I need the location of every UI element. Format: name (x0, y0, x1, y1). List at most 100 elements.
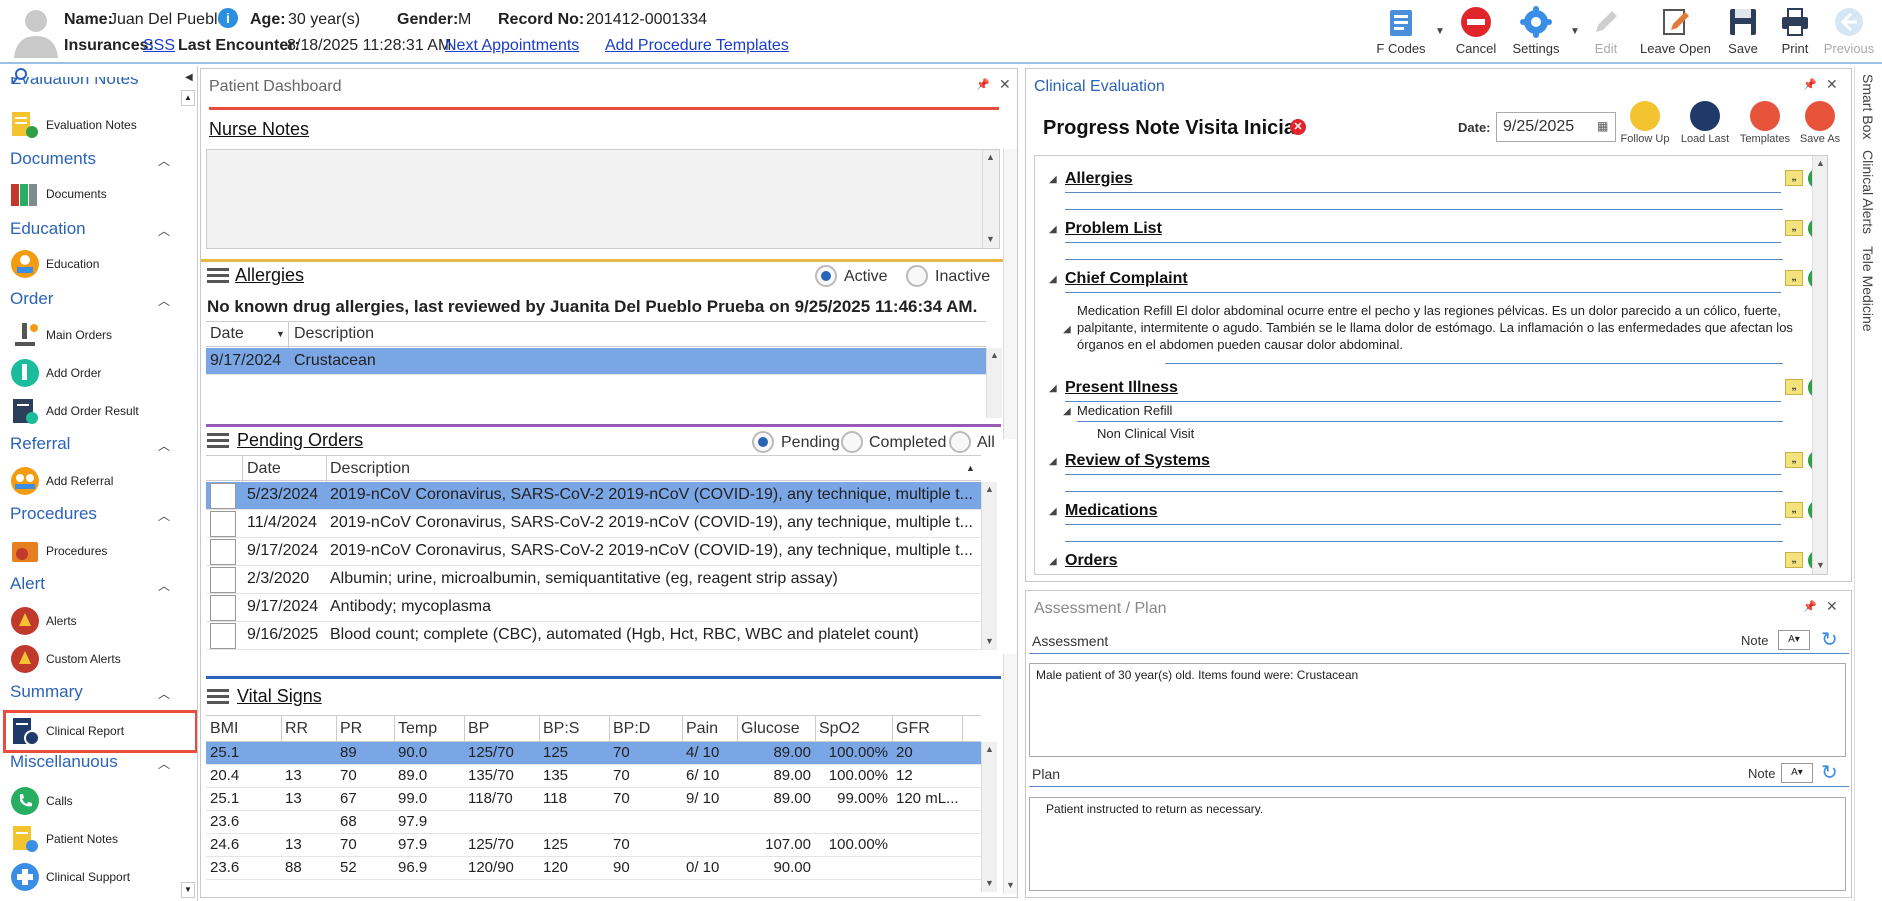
completed-radio[interactable] (841, 431, 863, 453)
sidebar-item-education[interactable]: Education (10, 249, 99, 279)
chevron-up-icon[interactable]: ︿ (158, 507, 170, 524)
vitals-col-header[interactable]: Pain (686, 720, 735, 738)
sidebar-item-add-order[interactable]: Add Order (10, 358, 101, 388)
row-checkbox[interactable] (210, 623, 236, 649)
chevron-up-icon[interactable]: ︿ (158, 222, 170, 239)
save-as-button[interactable]: Save As (1790, 101, 1850, 145)
table-row[interactable]: 5/23/2024 2019-nCoV Coronavirus, SARS-CoV… (206, 482, 981, 510)
col-description[interactable]: Description (294, 325, 374, 343)
col-date[interactable]: Date (247, 460, 281, 478)
collapse-triangle-icon[interactable]: ◢ (1049, 383, 1057, 394)
row-checkbox[interactable] (210, 539, 236, 565)
info-icon[interactable]: i (218, 8, 238, 28)
table-row[interactable]: 23.6 88 52 96.9 120/90 120 90 0/ 10 90.00 (206, 857, 981, 880)
sidebar-section-evaluation-notes[interactable]: Evaluation Notes (10, 77, 139, 89)
quote-icon[interactable]: „ (1785, 552, 1803, 568)
chevron-up-icon[interactable]: ︿ (158, 577, 170, 594)
collapse-triangle-icon[interactable]: ◢ (1049, 224, 1057, 235)
refresh-icon[interactable]: ↻ (1821, 760, 1838, 785)
table-row[interactable]: 9/17/2024 Crustacean (206, 348, 986, 375)
pending-radio[interactable] (752, 431, 774, 453)
cancel-button[interactable]: Cancel (1445, 4, 1507, 62)
sidebar-item-calls[interactable]: Calls (10, 786, 73, 816)
table-row[interactable]: 20.4 13 70 89.0 135/70 135 70 6/ 10 89.00 100.00%… (206, 765, 981, 788)
all-radio[interactable] (949, 431, 971, 453)
insurance-link[interactable]: SSS (143, 37, 175, 55)
collapse-triangle-icon[interactable]: ◢ (1049, 556, 1057, 567)
follow-up-button[interactable]: Follow Up (1615, 101, 1675, 145)
table-row[interactable]: 25.1 13 67 99.0 118/70 118 70 9/ 10 89.00 99.00% 1… (206, 788, 981, 811)
table-row[interactable]: 2/3/2020 Albumin; urine, microalbumin, se… (206, 566, 981, 594)
sidebar-section-procedures[interactable]: Procedures (10, 504, 97, 524)
allergies-inactive-radio[interactable] (906, 265, 928, 287)
sidebar-item-documents[interactable]: Documents (10, 179, 107, 209)
col-date[interactable]: Date (210, 325, 244, 343)
assessment-textarea[interactable]: Male patient of 30 year(s) old. Items fo… (1029, 663, 1846, 757)
sidebar-section-referral[interactable]: Referral (10, 434, 70, 454)
hamburger-menu-icon[interactable] (207, 268, 229, 284)
allergies-active-radio[interactable] (815, 265, 837, 287)
sidebar-section-miscellanuous[interactable]: Miscellanuous (10, 752, 118, 772)
close-icon[interactable]: ✕ (999, 76, 1011, 93)
add-procedure-templates-link[interactable]: Add Procedure Templates (605, 37, 789, 55)
pin-icon[interactable]: 📌 (1803, 78, 1817, 91)
collapse-triangle-icon[interactable]: ◢ (1049, 456, 1057, 467)
sidebar-item-add-order-result[interactable]: Add Order Result (10, 396, 139, 426)
collapse-sidebar-icon[interactable]: ◀ (185, 72, 193, 83)
sidebar-item-procedures[interactable]: Procedures (10, 536, 107, 566)
table-row[interactable]: 23.6 68 97.9 (206, 811, 981, 834)
sidebar-item-clinical-report[interactable]: Clinical Report (10, 716, 124, 746)
previous-button[interactable]: Previous (1818, 4, 1880, 62)
pin-icon[interactable]: 📌 (976, 78, 990, 91)
quote-icon[interactable]: „ (1785, 220, 1803, 236)
templates-button[interactable]: Templates (1735, 101, 1795, 145)
sidebar-section-order[interactable]: Order (10, 289, 53, 309)
vitals-col-header[interactable]: SpO2 (819, 720, 890, 738)
print-button[interactable]: Print (1764, 4, 1826, 62)
hamburger-menu-icon[interactable] (207, 689, 229, 705)
row-checkbox[interactable] (210, 511, 236, 537)
plan-textarea[interactable]: Patient instructed to return as necessar… (1029, 797, 1846, 891)
table-row[interactable]: 9/16/2025 Blood count; complete (CBC), au… (206, 622, 981, 650)
side-tab-tele-medicine[interactable]: Tele Medicine (1860, 246, 1876, 332)
allergies-scrollbar[interactable]: ▲ (986, 348, 1002, 418)
table-row[interactable]: 11/4/2024 2019-nCoV Coronavirus, SARS-CoV… (206, 510, 981, 538)
row-checkbox[interactable] (210, 595, 236, 621)
table-row[interactable]: 24.6 13 70 97.9 125/70 125 70 107.00 100.00% (206, 834, 981, 857)
settings-button[interactable]: Settings (1505, 4, 1567, 62)
table-row[interactable]: 9/17/2024 Antibody; mycoplasma (206, 594, 981, 622)
quote-icon[interactable]: „ (1785, 270, 1803, 286)
sidebar-scroll-down[interactable]: ▼ (181, 882, 195, 898)
vitals-col-header[interactable]: Glucose (741, 720, 813, 738)
pin-icon[interactable]: 📌 (1803, 600, 1817, 613)
chevron-up-icon[interactable]: ︿ (158, 437, 170, 454)
vitals-col-header[interactable]: BP (468, 720, 537, 738)
hamburger-menu-icon[interactable] (207, 433, 229, 449)
table-row[interactable]: 25.1 89 90.0 125/70 125 70 4/ 10 89.00 100.00% 20 (206, 742, 981, 765)
sidebar-item-custom-alerts[interactable]: Custom Alerts (10, 644, 121, 674)
quote-icon[interactable]: „ (1785, 452, 1803, 468)
vitals-col-header[interactable]: BMI (210, 720, 279, 738)
fcodes-button[interactable]: F Codes (1370, 4, 1432, 62)
collapse-triangle-icon[interactable]: ◢ (1049, 274, 1057, 285)
quote-icon[interactable]: „ (1785, 379, 1803, 395)
sidebar-section-summary[interactable]: Summary (10, 682, 83, 702)
vitals-col-header[interactable]: GFR (896, 720, 960, 738)
sidebar-item-clinical-support[interactable]: Clinical Support (10, 862, 130, 892)
edit-button[interactable]: Edit (1575, 4, 1637, 62)
row-checkbox[interactable] (210, 483, 236, 509)
nurse-notes-scrollbar[interactable]: ▲ ▼ (982, 150, 998, 248)
side-tab-smart-box[interactable]: Smart Box (1860, 74, 1876, 139)
col-description[interactable]: Description (330, 460, 410, 478)
sidebar-item-add-referral[interactable]: Add Referral (10, 466, 113, 496)
nurse-notes-textarea[interactable] (206, 149, 1000, 249)
collapse-triangle-icon[interactable]: ◢ (1063, 324, 1071, 335)
plan-note-dropdown[interactable]: A▾ (1781, 763, 1813, 783)
sidebar-item-alerts[interactable]: Alerts (10, 606, 77, 636)
clinical-sections-scrollbar[interactable]: ▲ ▼ (1812, 156, 1827, 574)
assessment-note-dropdown[interactable]: A▾ (1778, 630, 1810, 650)
vitals-col-header[interactable]: BP:D (613, 720, 680, 738)
quote-icon[interactable]: „ (1785, 170, 1803, 186)
vitals-col-header[interactable]: RR (285, 720, 334, 738)
collapse-triangle-icon[interactable]: ◢ (1049, 174, 1057, 185)
